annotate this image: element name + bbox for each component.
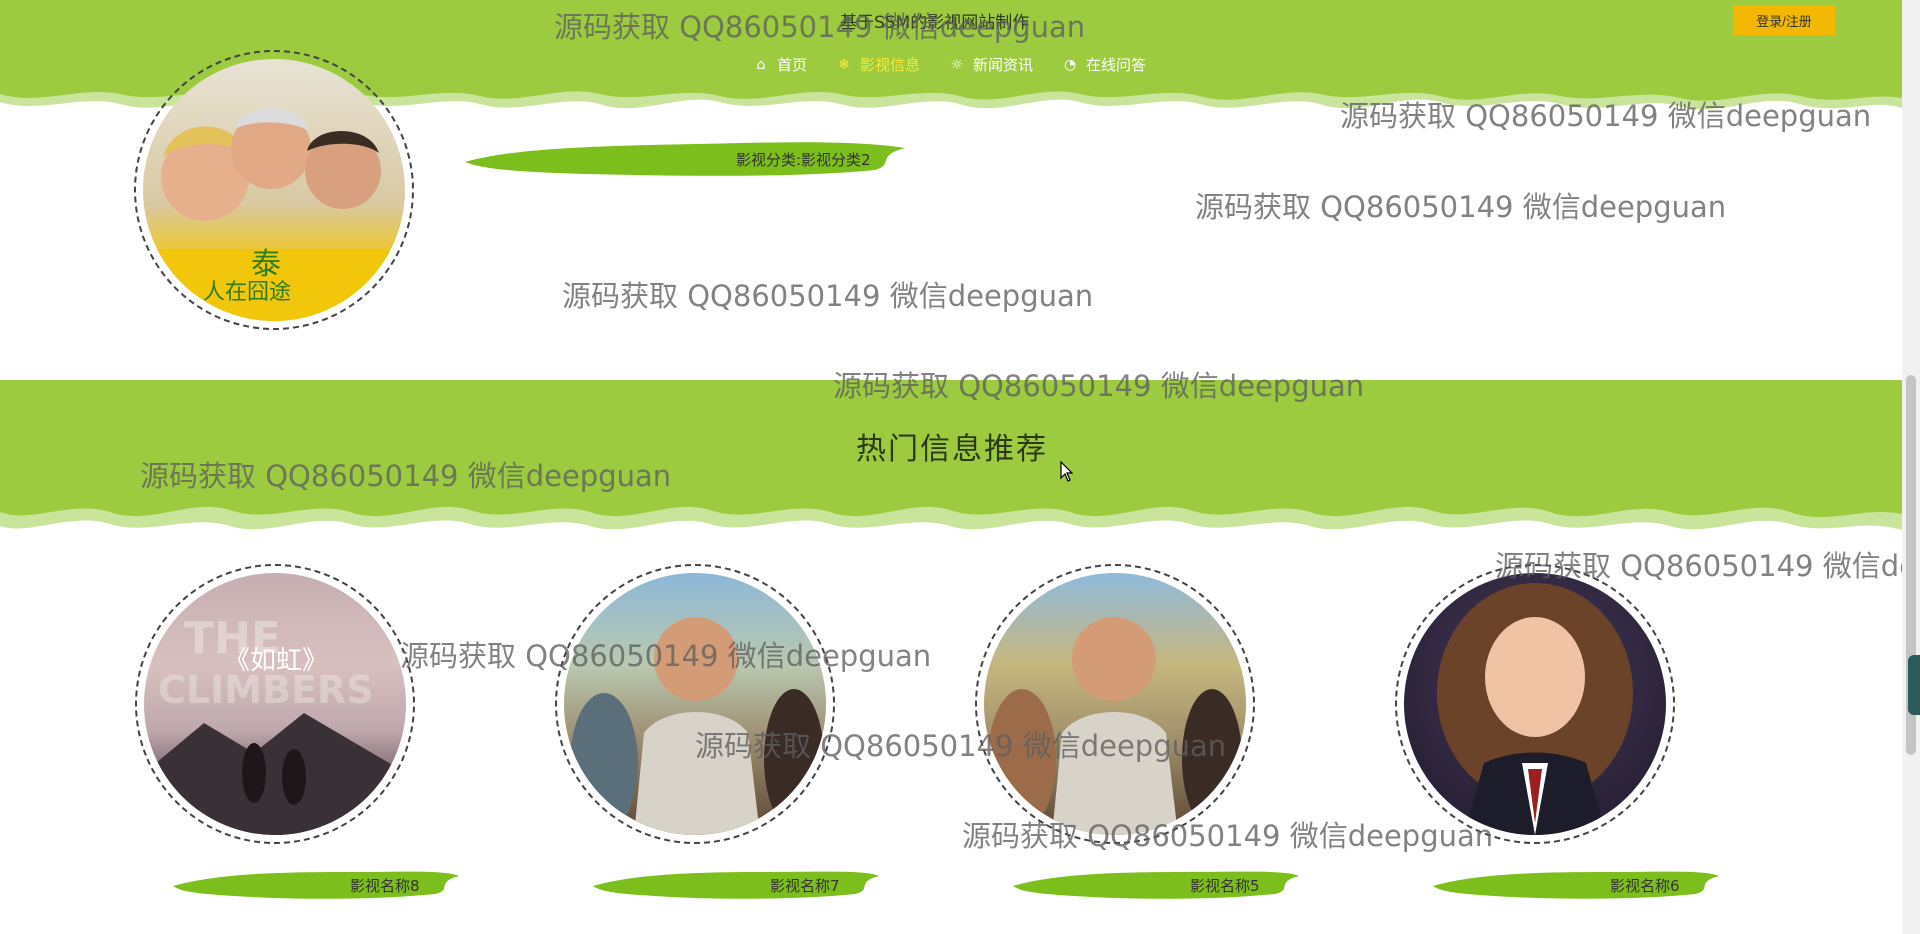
nav-item-label: 影视信息: [860, 56, 921, 74]
movie-poster: 泰 人在囧途: [143, 59, 405, 321]
site-title: 基于SSM的影视网站制作: [840, 13, 1030, 33]
nav-item-label: 新闻资讯: [973, 56, 1034, 74]
movie-poster: [984, 573, 1246, 835]
snowflake-icon: ❄: [838, 56, 850, 73]
mouse-cursor-icon: [1060, 461, 1074, 482]
chat-icon: ◔: [1063, 56, 1077, 73]
brush-stroke-decoration: [593, 871, 879, 899]
svg-text:人在囧途: 人在囧途: [203, 280, 291, 305]
side-float-tab[interactable]: [1908, 655, 1920, 715]
login-register-button[interactable]: 登录/注册: [1733, 5, 1835, 35]
hot-section-title: 热门信息推荐: [856, 432, 1048, 467]
hot-item-name[interactable]: 影视名称7: [770, 875, 840, 896]
gear-icon: ☼: [950, 56, 964, 73]
movie-poster: [1404, 573, 1666, 835]
movie-poster: THE CLIMBERS 《如虹》: [144, 573, 406, 835]
brush-stroke-decoration: [1433, 871, 1719, 899]
main-nav: ⌂ 首页 ❄ 影视信息 ☼ 新闻资讯 ◔ 在线问答: [754, 54, 1147, 75]
watermark-text: 源码获取 QQ86050149 微信deepguan: [1195, 190, 1727, 224]
hot-item-name[interactable]: 影视名称6: [1610, 875, 1680, 896]
hot-item-name[interactable]: 影视名称8: [350, 875, 420, 896]
nav-item-label: 在线问答: [1086, 56, 1147, 74]
hot-section-band: 热门信息推荐: [0, 380, 1902, 540]
hot-item-name[interactable]: 影视名称5: [1190, 875, 1260, 896]
movie-card-image-top[interactable]: 泰 人在囧途: [134, 50, 414, 330]
movie-poster: [564, 573, 826, 835]
page-scrollbar[interactable]: [1902, 0, 1920, 934]
nav-item-movie-info[interactable]: ❄ 影视信息: [837, 54, 920, 75]
hot-item-image[interactable]: THE CLIMBERS 《如虹》: [135, 564, 415, 844]
home-icon: ⌂: [756, 56, 766, 73]
nav-item-label: 首页: [777, 56, 808, 74]
category-label[interactable]: 影视分类:影视分类2: [736, 149, 871, 170]
nav-item-news[interactable]: ☼ 新闻资讯: [950, 54, 1033, 75]
hot-item-image[interactable]: [975, 564, 1255, 844]
hot-item-image[interactable]: [555, 564, 835, 844]
watermark-text: 源码获取 QQ86050149 微信deepguan: [562, 279, 1094, 313]
poster-title: 《如虹》: [224, 646, 328, 676]
nav-item-home[interactable]: ⌂ 首页: [754, 54, 807, 75]
hot-item-image[interactable]: [1395, 564, 1675, 844]
brush-stroke-decoration: [1013, 871, 1299, 899]
svg-text:泰: 泰: [251, 247, 281, 282]
nav-item-qa[interactable]: ◔ 在线问答: [1063, 54, 1146, 75]
brush-stroke-decoration: [173, 871, 459, 899]
